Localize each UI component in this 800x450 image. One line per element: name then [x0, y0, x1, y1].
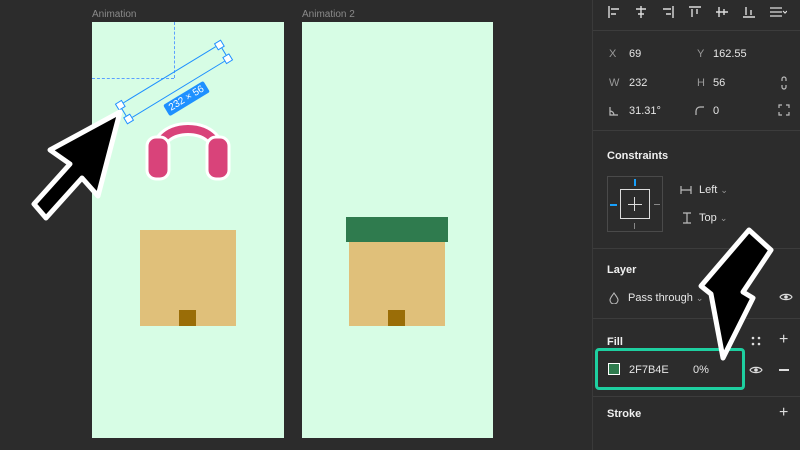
- constrain-proportions-icon[interactable]: [779, 76, 789, 90]
- blend-mode-drop-icon: [609, 292, 619, 304]
- separator: [593, 396, 800, 397]
- align-v-center-icon[interactable]: [715, 5, 729, 19]
- horizontal-constraint-select[interactable]: Left ⌄: [699, 184, 728, 196]
- rotation-icon: [609, 107, 618, 116]
- constraint-top-indicator[interactable]: [634, 179, 636, 186]
- annotation-arrow-icon: [31, 109, 123, 221]
- constraints-title: Constraints: [607, 150, 669, 162]
- vertical-constraint-select[interactable]: Top ⌄: [699, 212, 727, 224]
- corner-radius-input[interactable]: 0: [713, 105, 719, 117]
- corner-radius-icon: [695, 106, 704, 115]
- layer-title: Layer: [607, 264, 637, 276]
- add-fill-button[interactable]: +: [779, 331, 788, 349]
- align-bottom-icon[interactable]: [742, 5, 756, 19]
- w-label: W: [609, 77, 620, 89]
- add-stroke-button[interactable]: +: [779, 404, 788, 422]
- h-input[interactable]: 56: [713, 77, 725, 89]
- y-input[interactable]: 162.55: [713, 48, 747, 60]
- vertical-constraint-icon: [683, 212, 691, 224]
- stroke-title: Stroke: [607, 408, 642, 420]
- rotation-input[interactable]: 31.31°: [629, 105, 661, 117]
- properties-panel: X 69 Y 162.55 W 232 H 56 31.31° 0 Constr…: [592, 0, 800, 450]
- headphones-icon[interactable]: [142, 106, 234, 186]
- horizontal-constraint-icon: [680, 186, 692, 194]
- alignment-toolbar: [607, 4, 787, 20]
- constraints-widget[interactable]: [607, 176, 663, 232]
- remove-fill-button[interactable]: [779, 369, 789, 371]
- x-input[interactable]: 69: [629, 48, 641, 60]
- box-hole: [179, 310, 196, 326]
- separator: [593, 30, 800, 31]
- align-right-icon[interactable]: [661, 5, 675, 19]
- fill-title: Fill: [607, 336, 623, 348]
- chevron-down-icon: ⌄: [719, 213, 728, 223]
- design-canvas[interactable]: Animation Animation 2 232 × 56: [0, 0, 592, 450]
- w-input[interactable]: 232: [629, 77, 647, 89]
- y-label: Y: [697, 48, 705, 60]
- frame-label-animation[interactable]: Animation: [92, 9, 136, 20]
- independent-corners-icon[interactable]: [778, 104, 790, 116]
- x-label: X: [609, 48, 617, 60]
- distribute-icon[interactable]: [769, 5, 787, 19]
- box-hole-2: [388, 310, 405, 326]
- frame-label-animation-2[interactable]: Animation 2: [302, 9, 355, 20]
- chevron-down-icon: ⌄: [720, 185, 728, 195]
- fill-visibility-eye-icon[interactable]: [749, 365, 763, 375]
- box-lid[interactable]: [346, 217, 448, 242]
- separator: [593, 130, 800, 131]
- align-left-icon[interactable]: [607, 5, 621, 19]
- align-h-center-icon[interactable]: [634, 5, 648, 19]
- h-label: H: [697, 77, 705, 89]
- constraint-left-indicator[interactable]: [610, 204, 617, 206]
- annotation-lightning-arrow-icon: [698, 227, 774, 361]
- align-top-icon[interactable]: [688, 5, 702, 19]
- layer-visibility-eye-icon[interactable]: [779, 292, 793, 302]
